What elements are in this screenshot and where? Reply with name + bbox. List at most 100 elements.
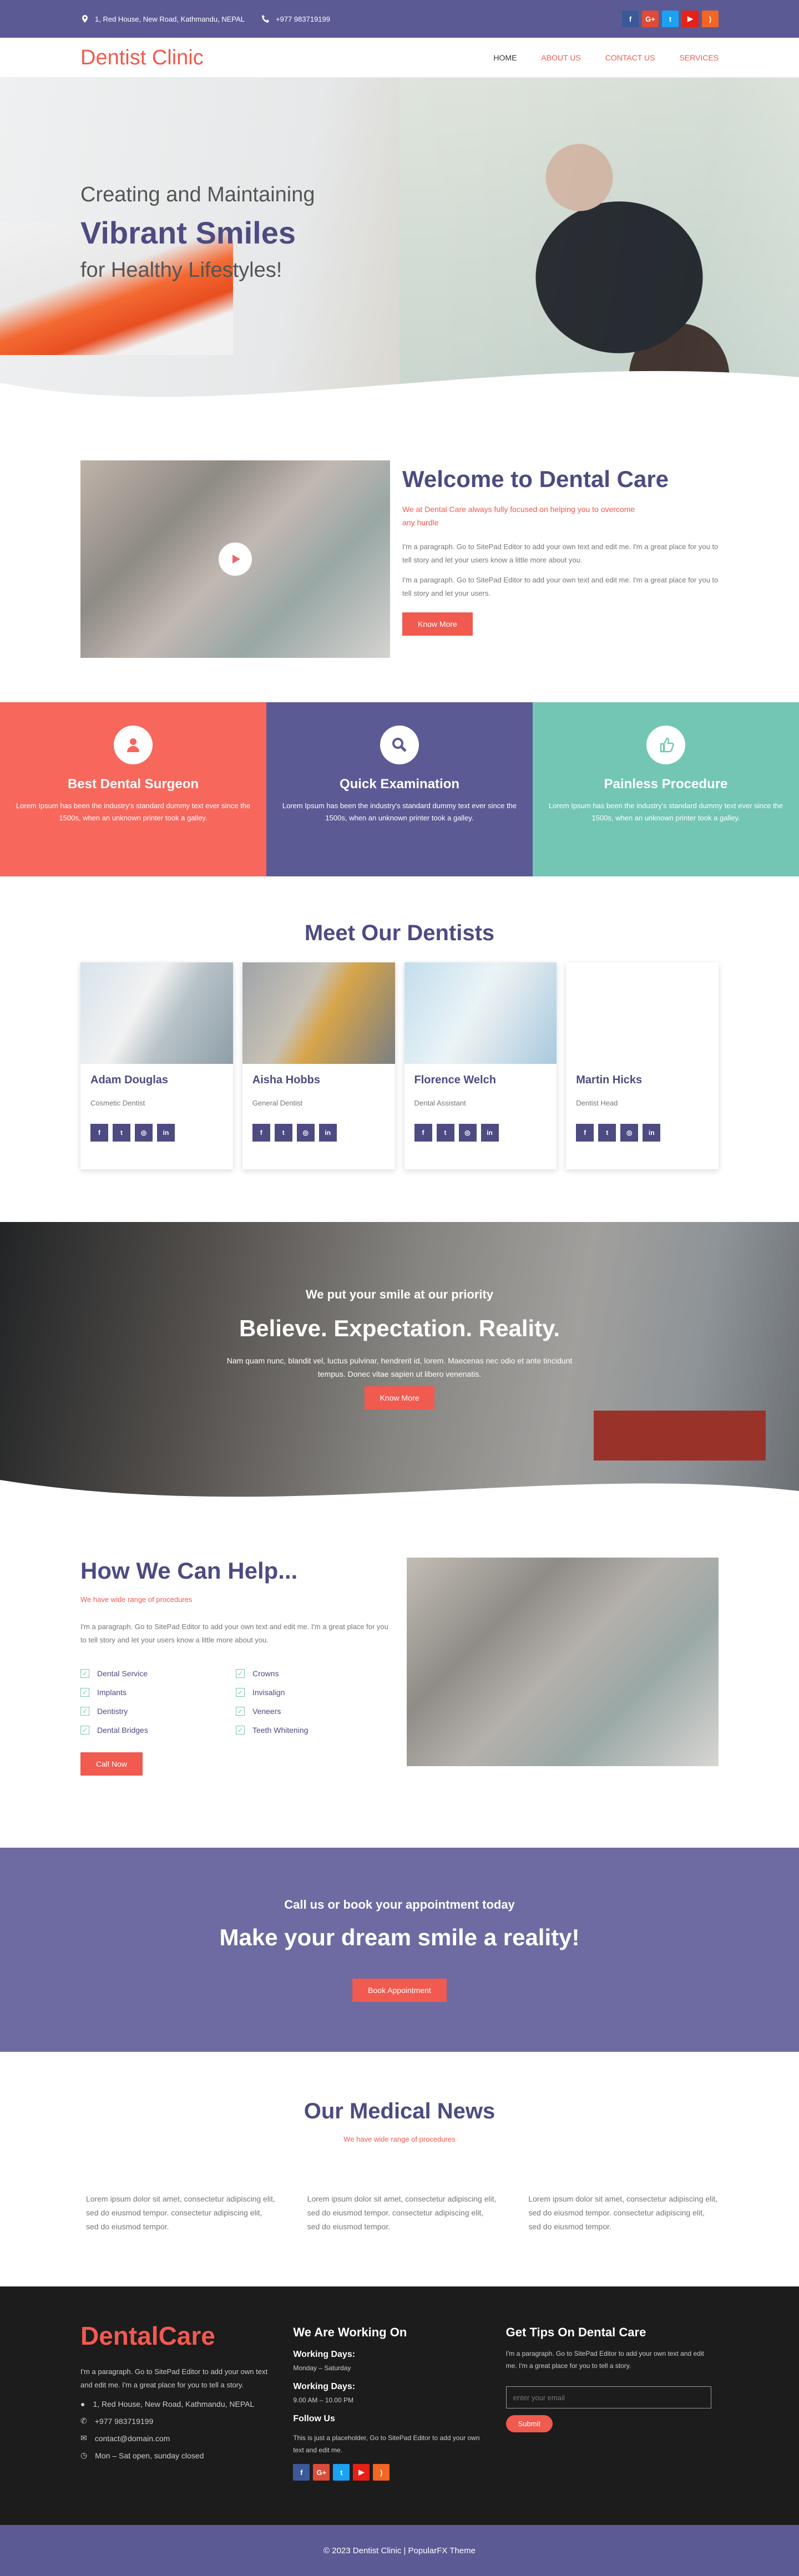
copyright-text: © 2023 Dentist Clinic | PopularFX Theme [323,2545,476,2555]
news-item: Lorem ipsum dolor sit amet, consectetur … [528,2194,718,2231]
feature-best-dental-surgeon: Best Dental Surgeon Lorem Ipsum has been… [0,702,266,876]
nav-home[interactable]: HOME [493,53,517,62]
nav-about-us[interactable]: ABOUT US [541,53,580,62]
nav-services[interactable]: SERVICES [679,53,719,62]
news-title: Our Medical News [304,2099,495,2123]
hero-banner: Creating and Maintaining Vibrant Smiles … [0,78,799,410]
feature-quick-examination: Quick Examination Lorem Ipsum has been t… [266,702,533,876]
feature-text: Lorem Ipsum has been the industry's stan… [548,802,783,822]
dentist-photo [566,962,719,1064]
instagram-icon[interactable]: ◎ [135,1124,153,1142]
promo-kicker: We put your smile at our priority [305,1287,494,1301]
dentist-social-links: f t ◎ in [414,1124,547,1142]
phone-text[interactable]: +977 983719199 [276,15,330,23]
dentist-card: Adam Douglas Cosmetic Dentist f t ◎ in [80,962,233,1169]
clock-icon: ◷ [80,2451,88,2460]
newsletter-email-input[interactable] [505,2386,711,2408]
footer-hours: ◷ Mon – Sat open, sunday closed [80,2451,204,2460]
welcome-text: Welcome to Dental Care We at Dental Care… [399,460,719,658]
list-item: ✓ Implants [80,1688,236,1697]
linkedin-icon[interactable]: in [318,1124,337,1142]
list-item: ✓ Crowns [236,1669,391,1678]
twitter-icon[interactable]: t [333,2464,350,2481]
surgeon-icon [114,726,153,764]
dentist-photo [80,962,233,1064]
top-bar: 1, Red House, New Road, Kathmandu, NEPAL… [0,0,799,38]
welcome-title: Welcome to Dental Care [402,466,669,492]
twitter-icon[interactable]: t [598,1124,616,1142]
instagram-icon[interactable]: ◎ [296,1124,315,1142]
rss-icon[interactable]: ) [702,11,719,27]
promo-know-more-button[interactable]: Know More [364,1386,435,1409]
play-icon[interactable] [219,542,252,576]
hero-line-3: for Healthy Lifestyles! [80,258,282,282]
address-text: 1, Red House, New Road, Kathmandu, NEPAL [95,14,245,23]
facebook-icon[interactable]: f [622,11,639,27]
linkedin-icon[interactable]: in [643,1124,661,1142]
dentist-name: Florence Welch [414,1074,496,1086]
dentist-role: General Dentist [252,1099,303,1107]
facebook-icon[interactable]: f [576,1124,594,1142]
instagram-icon[interactable]: ◎ [458,1124,477,1142]
check-icon: ✓ [80,1688,89,1697]
help-text: How We Can Help... We have wide range of… [80,1558,393,1776]
site-logo[interactable]: Dentist Clinic [80,46,204,70]
list-item: ✓ Teeth Whitening [236,1726,391,1735]
book-appointment-button[interactable]: Book Appointment [352,1979,447,2002]
facebook-icon[interactable]: f [293,2464,310,2481]
site-header: Dentist Clinic HOME ABOUT US CONTACT US … [0,38,799,78]
footer-logo[interactable]: DentalCare [80,2321,293,2351]
call-now-button[interactable]: Call Now [80,1752,143,1776]
welcome-video[interactable] [80,460,390,658]
location-pin-icon: ● [80,2400,85,2408]
working-days-label: Working Days: [293,2350,356,2359]
help-section: How We Can Help... We have wide range of… [0,1513,799,1848]
footer-about: DentalCare I'm a paragraph. Go to SitePa… [80,2321,293,2481]
twitter-icon[interactable]: t [274,1124,292,1142]
twitter-icon[interactable]: t [113,1124,130,1142]
twitter-icon[interactable]: t [436,1124,454,1142]
google-plus-icon[interactable]: G+ [313,2464,330,2481]
check-icon: ✓ [80,1669,89,1678]
youtube-icon[interactable]: ▶ [682,11,699,27]
facebook-icon[interactable]: f [414,1124,432,1142]
facebook-icon[interactable]: f [90,1124,108,1142]
dentists-section: Meet Our Dentists Adam Douglas Cosmetic … [0,876,799,1222]
main-nav: HOME ABOUT US CONTACT US SERVICES [493,53,719,62]
dentist-card: Aisha Hobbs General Dentist f t ◎ in [242,962,395,1169]
nav-contact-us[interactable]: CONTACT US [605,53,655,62]
cta-kicker: Call us or book your appointment today [284,1898,515,1911]
check-icon: ✓ [236,1669,245,1678]
youtube-icon[interactable]: ▶ [353,2464,370,2481]
rss-icon[interactable]: ) [373,2464,390,2481]
newsletter-submit-button[interactable]: Submit [505,2415,553,2432]
working-hours-value: 9.00 AM – 10.00 PM [293,2396,354,2404]
location-pin-icon [82,15,88,23]
facebook-icon[interactable]: f [252,1124,270,1142]
dentists-list: Adam Douglas Cosmetic Dentist f t ◎ in A… [80,962,719,1169]
linkedin-icon[interactable]: in [157,1124,175,1142]
twitter-icon[interactable]: t [662,11,679,27]
news-section: Our Medical News We have wide range of p… [0,2052,799,2286]
check-icon: ✓ [80,1707,89,1716]
dentist-card: Martin Hicks Dentist Head f t ◎ in [566,962,719,1169]
dentist-photo [242,962,395,1064]
list-item: ✓ Dental Bridges [80,1726,236,1735]
cta-headline: Make your dream smile a reality! [219,1924,580,1950]
search-icon [380,726,419,764]
know-more-button[interactable]: Know More [402,612,473,636]
linkedin-icon[interactable]: in [481,1124,499,1142]
list-item: ✓ Dentistry [80,1707,236,1716]
help-title: How We Can Help... [80,1558,298,1584]
footer-working-hours: We Are Working On Working Days: Monday –… [293,2325,505,2481]
topbar-social-links: f G+ t ▶ ) [622,11,719,27]
hero-line-1: Creating and Maintaining [80,183,315,206]
welcome-subtitle: We at Dental Care always fully focused o… [402,505,635,527]
tips-title: Get Tips On Dental Care [505,2325,646,2339]
google-plus-icon[interactable]: G+ [642,11,659,27]
instagram-icon[interactable]: ◎ [620,1124,639,1142]
feature-text: Lorem Ipsum has been the industry's stan… [282,802,517,822]
welcome-paragraph-2: I'm a paragraph. Go to SitePad Editor to… [402,576,719,597]
footer-social-links: f G+ t ▶ ) [293,2464,505,2481]
news-list: Lorem ipsum dolor sit amet, consectetur … [80,2192,719,2234]
